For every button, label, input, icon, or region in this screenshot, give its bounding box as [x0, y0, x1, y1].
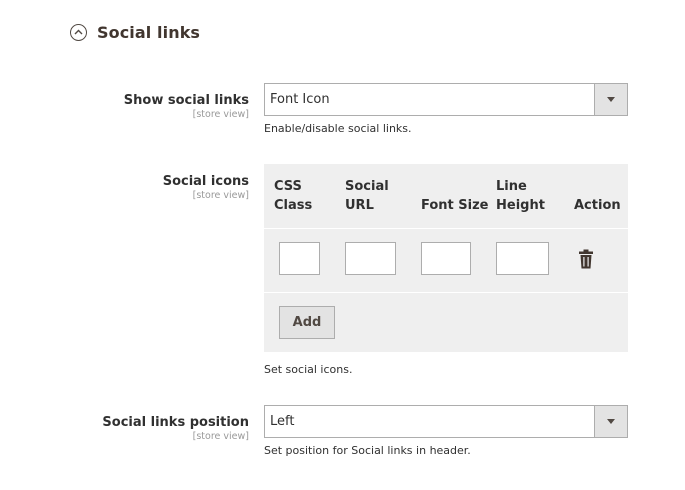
- show-social-links-label-group: Show social links [store view]: [124, 92, 249, 121]
- select-value: Font Icon: [270, 92, 330, 107]
- select-value: Left: [270, 414, 295, 429]
- row-divider: [264, 228, 628, 229]
- line-height-input[interactable]: [496, 242, 549, 275]
- social-url-input[interactable]: [345, 242, 396, 275]
- social-links-position-label: Social links position: [102, 415, 249, 430]
- show-social-links-label: Show social links: [123, 93, 249, 108]
- social-links-position-label-group: Social links position [store view]: [102, 414, 249, 443]
- section-title: Social links: [97, 22, 201, 42]
- config-page: Social links Show social links [store vi…: [0, 0, 685, 490]
- show-social-links-note: Enable/disable social links.: [264, 122, 412, 135]
- column-header-line-height: Line Height: [496, 179, 545, 213]
- social-links-position-select[interactable]: Left: [264, 405, 628, 438]
- scope-label: [store view]: [192, 431, 249, 442]
- show-social-links-select[interactable]: Font Icon: [264, 83, 628, 116]
- chevron-up-icon[interactable]: [70, 23, 87, 41]
- add-row-button[interactable]: Add: [279, 306, 335, 339]
- social-icons-label-group: Social icons [store view]: [163, 173, 249, 202]
- dropdown-arrow-icon[interactable]: [594, 406, 627, 437]
- social-icons-label: Social icons: [162, 174, 249, 189]
- column-header-css-class: CSS Class: [274, 179, 313, 213]
- column-header-action: Action: [574, 198, 621, 213]
- font-size-input[interactable]: [421, 242, 471, 275]
- scope-label: [store view]: [192, 109, 249, 120]
- column-header-font-size: Font Size: [421, 198, 489, 213]
- table-header: CSS Class Social URL Font Size Line Heig…: [264, 164, 628, 228]
- section-toggle[interactable]: Social links: [70, 20, 200, 44]
- social-links-position-note: Set position for Social links in header.: [264, 444, 471, 457]
- column-header-social-url: Social URL: [345, 179, 389, 213]
- trash-icon[interactable]: [578, 249, 594, 273]
- dropdown-arrow-icon[interactable]: [594, 84, 627, 115]
- social-icons-note: Set social icons.: [264, 363, 353, 376]
- scope-label: [store view]: [192, 190, 249, 201]
- row-divider: [264, 292, 628, 293]
- css-class-input[interactable]: [279, 242, 320, 275]
